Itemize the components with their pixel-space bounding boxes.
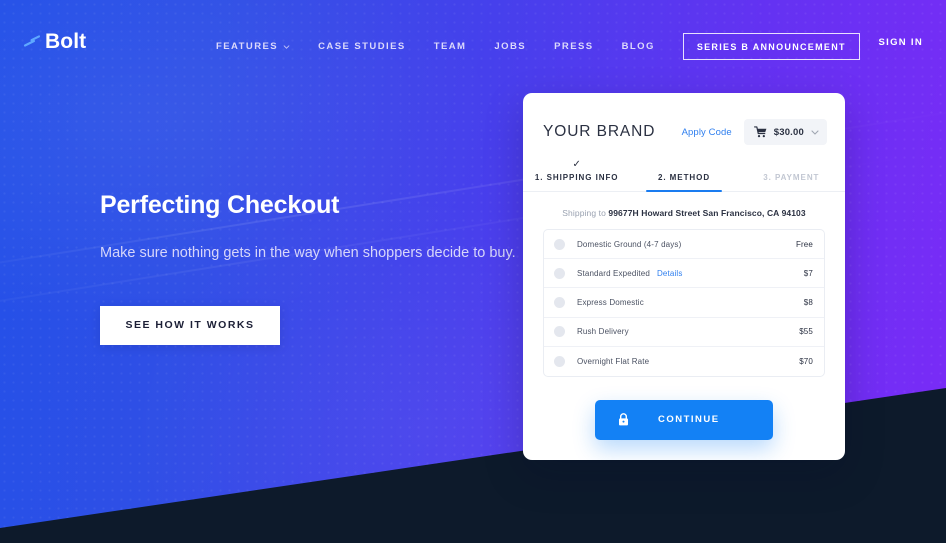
nav-item-team[interactable]: TEAM	[420, 37, 481, 57]
tab-label: 1. SHIPPING INFO	[534, 173, 619, 182]
continue-button[interactable]: CONTINUE	[595, 399, 773, 440]
nav-item-jobs[interactable]: JOBS	[480, 37, 540, 57]
option-details-link[interactable]: Details	[657, 269, 683, 278]
page-root: Bolt FEATURES CASE STUDIES TEAM JOBS PRE…	[0, 0, 946, 543]
shipping-option-row[interactable]: Express Domestic $8	[544, 288, 824, 318]
cart-amount: $30.00	[773, 126, 804, 138]
checkout-card: YOUR BRAND Apply Code $30.00 ✓ 1. SHIPPI…	[523, 93, 845, 460]
chevron-down-icon	[811, 129, 819, 135]
shipping-option-row[interactable]: Overnight Flat Rate $70	[544, 347, 824, 376]
radio-button[interactable]	[554, 326, 565, 338]
logo-text: Bolt	[45, 30, 87, 53]
option-label-wrap: Overnight Flat Rate	[577, 357, 799, 366]
option-label: Express Domestic	[577, 297, 644, 307]
shipping-to-prefix: Shipping to	[562, 208, 609, 218]
tab-shipping-info[interactable]: ✓ 1. SHIPPING INFO	[523, 159, 630, 191]
nav-item-press[interactable]: PRESS	[540, 37, 607, 57]
cart-total-dropdown[interactable]: $30.00	[743, 119, 827, 145]
nav-item-case-studies[interactable]: CASE STUDIES	[304, 37, 420, 57]
hero-title: Perfecting Checkout	[100, 191, 340, 219]
series-b-announcement-button[interactable]: SERIES B ANNOUNCEMENT	[682, 33, 860, 60]
nav-label: FEATURES	[216, 40, 279, 52]
option-label-wrap: Rush Delivery	[577, 327, 799, 336]
tab-label: 2. METHOD	[657, 173, 711, 182]
continue-button-wrap: CONTINUE	[523, 399, 845, 440]
lightning-bolt-icon	[23, 32, 41, 52]
site-header: Bolt FEATURES CASE STUDIES TEAM JOBS PRE…	[0, 0, 946, 88]
option-price: $7	[803, 268, 813, 278]
lock-icon	[618, 413, 629, 426]
shipping-option-row[interactable]: Rush Delivery $55	[544, 318, 824, 347]
option-label-wrap: Express Domestic	[577, 298, 804, 307]
option-label: Domestic Ground (4-7 days)	[577, 239, 682, 249]
nav-label: JOBS	[494, 40, 527, 52]
option-price: $55	[799, 327, 813, 337]
option-label: Overnight Flat Rate	[577, 356, 650, 366]
shopping-cart-icon	[753, 126, 767, 138]
shipping-to-address: 99677H Howard Street San Francisco, CA 9…	[608, 208, 806, 218]
option-label: Standard Expedited	[577, 268, 650, 278]
shipping-method-list: Domestic Ground (4-7 days) Free Standard…	[543, 229, 825, 377]
nav-item-features[interactable]: FEATURES	[216, 37, 304, 57]
check-icon: ✓	[572, 159, 581, 170]
tab-method[interactable]: ✓ 2. METHOD	[630, 159, 737, 192]
see-how-it-works-button[interactable]: SEE HOW IT WORKS	[100, 305, 280, 345]
shipping-option-row[interactable]: Domestic Ground (4-7 days) Free	[544, 230, 824, 260]
option-label: Rush Delivery	[577, 327, 629, 337]
nav-label: BLOG	[621, 40, 655, 52]
chevron-down-icon	[283, 44, 290, 49]
brand-name: YOUR BRAND	[543, 123, 656, 140]
radio-button[interactable]	[554, 296, 565, 308]
continue-label: CONTINUE	[658, 414, 720, 426]
option-label-wrap: Domestic Ground (4-7 days)	[577, 240, 796, 249]
shipping-option-row[interactable]: Standard Expedited Details $7	[544, 259, 824, 289]
hero-section: Perfecting Checkout Make sure nothing ge…	[100, 190, 520, 345]
apply-code-link[interactable]: Apply Code	[682, 127, 732, 138]
radio-button[interactable]	[554, 238, 565, 250]
checkout-card-header: YOUR BRAND Apply Code $30.00	[523, 93, 845, 145]
hero-subtitle: Make sure nothing gets in the way when s…	[100, 245, 516, 261]
radio-button[interactable]	[554, 267, 565, 279]
option-price: $70	[799, 356, 813, 366]
nav-label: PRESS	[554, 40, 594, 52]
option-label-wrap: Standard Expedited Details	[577, 269, 804, 278]
nav-item-blog[interactable]: BLOG	[608, 37, 669, 57]
tab-label: 3. PAYMENT	[763, 173, 820, 182]
shipping-address-summary: Shipping to 99677H Howard Street San Fra…	[523, 192, 845, 229]
main-nav: FEATURES CASE STUDIES TEAM JOBS PRESS BL…	[216, 33, 860, 60]
radio-button[interactable]	[554, 355, 565, 367]
checkout-steps-tabs: ✓ 1. SHIPPING INFO ✓ 2. METHOD ✓ 3. PAYM…	[523, 159, 845, 192]
sign-in-link[interactable]: SIGN IN	[879, 37, 923, 48]
nav-label: CASE STUDIES	[318, 40, 406, 52]
nav-label: TEAM	[433, 40, 467, 52]
option-price: Free	[795, 239, 813, 249]
tab-payment[interactable]: ✓ 3. PAYMENT	[738, 159, 845, 191]
logo[interactable]: Bolt	[23, 30, 86, 54]
option-price: $8	[803, 297, 813, 307]
